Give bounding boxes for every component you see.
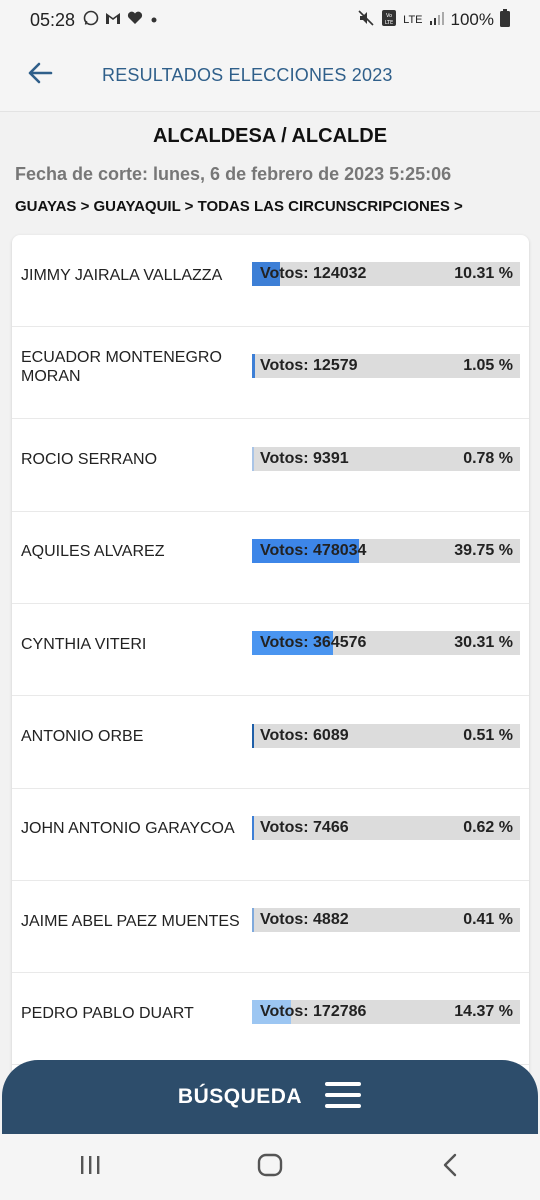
vote-bar-fill — [252, 908, 255, 933]
candidate-name: ANTONIO ORBE — [21, 728, 144, 745]
nav-back-button[interactable] — [410, 1142, 490, 1192]
vote-percent: 0.41 % — [463, 911, 513, 929]
heart-icon — [127, 11, 143, 29]
recents-button[interactable] — [50, 1142, 130, 1192]
app-title: RESULTADOS ELECCIONES 2023 — [102, 65, 393, 85]
vote-bar: Votos: 12579 1.05 % — [252, 354, 520, 379]
lte-label: LTE — [403, 14, 423, 26]
volte-icon: Vo LTE — [381, 9, 397, 32]
vote-bar-fill — [252, 723, 255, 748]
candidate-name: JOHN ANTONIO GARAYCOA — [21, 820, 235, 838]
mute-icon — [357, 9, 375, 32]
candidate-name: AQUILES ALVAREZ — [21, 543, 165, 561]
candidate-name: ROCIO SERRANO — [21, 451, 158, 469]
vote-count: Votos: 478034 — [260, 541, 367, 559]
candidate-row: AQUILES ALVAREZ Votos: 478034 39.75 % — [12, 512, 529, 604]
vote-percent: 14.37 % — [454, 1003, 513, 1021]
vote-count: Votos: 12579 — [260, 357, 358, 375]
vote-bar-fill — [252, 815, 255, 840]
candidate-row: PEDRO PABLO DUART Votos: 172786 14.37 % — [12, 973, 529, 1066]
vote-bar: Votos: 172786 14.37 % — [252, 1000, 520, 1025]
vote-bar-fill — [252, 354, 255, 379]
candidate-row: JIMMY JAIRALA VALLAZZA Votos: 124032 10.31… — [12, 235, 529, 327]
vote-bar: Votos: 124032 10.31 % — [252, 262, 520, 286]
vote-count: Votos: 7466 — [260, 818, 349, 836]
vote-percent: 30.31 % — [454, 634, 513, 652]
status-right: Vo LTE LTE 100% — [357, 8, 510, 32]
vote-count: Votos: 364576 — [260, 634, 367, 652]
vote-bar-fill — [252, 446, 255, 471]
cutoff-date: Fecha de corte: lunes, 6 de febrero de 2… — [15, 164, 452, 184]
home-button[interactable] — [230, 1142, 310, 1192]
candidate-row: ECUADOR MONTENEGRO MORAN Votos: 12579 1.05… — [12, 327, 529, 420]
gmail-icon — [105, 11, 121, 29]
vote-percent: 10.31 % — [454, 265, 513, 282]
vote-count: Votos: 6089 — [260, 726, 349, 744]
svg-text:LTE: LTE — [385, 20, 393, 26]
home-icon — [257, 1153, 283, 1182]
candidate-name: PEDRO PABLO DUART — [21, 1004, 194, 1022]
candidate-row: CYNTHIA VITERI Votos: 364576 30.31 % — [12, 604, 529, 697]
results-card: JIMMY JAIRALA VALLAZZA Votos: 124032 10.31… — [12, 235, 529, 1135]
candidate-name: CYNTHIA VITERI — [21, 635, 147, 653]
vote-bar: Votos: 7466 0.62 % — [252, 815, 520, 840]
battery-percent: 100% — [450, 10, 494, 29]
search-label: BÚSQUEDA — [177, 1085, 303, 1108]
recents-icon — [78, 1154, 102, 1181]
vote-percent: 0.78 % — [463, 449, 513, 467]
dot-icon — [149, 12, 159, 29]
status-bar: 05:28 Vo LTE LTE 100% — [0, 0, 540, 40]
vote-percent: 0.51 % — [463, 726, 513, 744]
candidate-name: JIMMY JAIRALA VALLAZZA — [21, 266, 223, 284]
vote-count: Votos: 4882 — [260, 911, 349, 929]
whatsapp-icon — [83, 10, 99, 30]
vote-bar: Votos: 4882 0.41 % — [252, 908, 520, 933]
status-time: 05:28 — [30, 9, 76, 30]
search-button[interactable]: BÚSQUEDA — [2, 1060, 538, 1134]
svg-text:Vo: Vo — [386, 13, 392, 19]
candidate-name: JAIME ABEL PAEZ MUENTES — [21, 912, 240, 930]
vote-percent: 1.05 % — [463, 357, 513, 375]
back-icon — [442, 1153, 458, 1182]
breadcrumb[interactable]: GUAYAS > GUAYAQUIL > TODAS LAS CIRCUNSCR… — [15, 198, 463, 215]
vote-count: Votos: 124032 — [260, 265, 367, 282]
vote-count: Votos: 9391 — [260, 449, 349, 467]
notification-icons — [83, 10, 159, 30]
hamburger-menu-icon — [324, 1080, 362, 1115]
candidate-row: ANTONIO ORBE Votos: 6089 0.51 % — [12, 697, 529, 789]
vote-bar: Votos: 364576 30.31 % — [252, 631, 520, 656]
vote-percent: 39.75 % — [454, 541, 513, 559]
page-title: ALCALDESA / ALCALDE — [152, 125, 388, 147]
arrow-left-icon — [27, 62, 53, 89]
candidate-row: ROCIO SERRANO Votos: 9391 0.78 % — [12, 420, 529, 512]
vote-bar: Votos: 6089 0.51 % — [252, 723, 520, 748]
signal-icon — [429, 10, 445, 31]
candidate-row: JAIME ABEL PAEZ MUENTES Votos: 4882 0.41 % — [12, 881, 529, 974]
back-button[interactable] — [0, 40, 80, 112]
vote-bar: Votos: 9391 0.78 % — [252, 446, 520, 471]
vote-percent: 0.62 % — [463, 818, 513, 836]
candidate-row: JOHN ANTONIO GARAYCOA Votos: 7466 0.62 % — [12, 789, 529, 881]
candidate-name: ECUADOR MONTENEGRO MORAN — [21, 349, 222, 386]
battery-icon — [500, 8, 510, 32]
vote-bar: Votos: 478034 39.75 % — [252, 538, 520, 563]
system-nav-bar — [0, 1134, 540, 1200]
app-bar: RESULTADOS ELECCIONES 2023 — [0, 40, 540, 112]
vote-count: Votos: 172786 — [260, 1003, 367, 1021]
